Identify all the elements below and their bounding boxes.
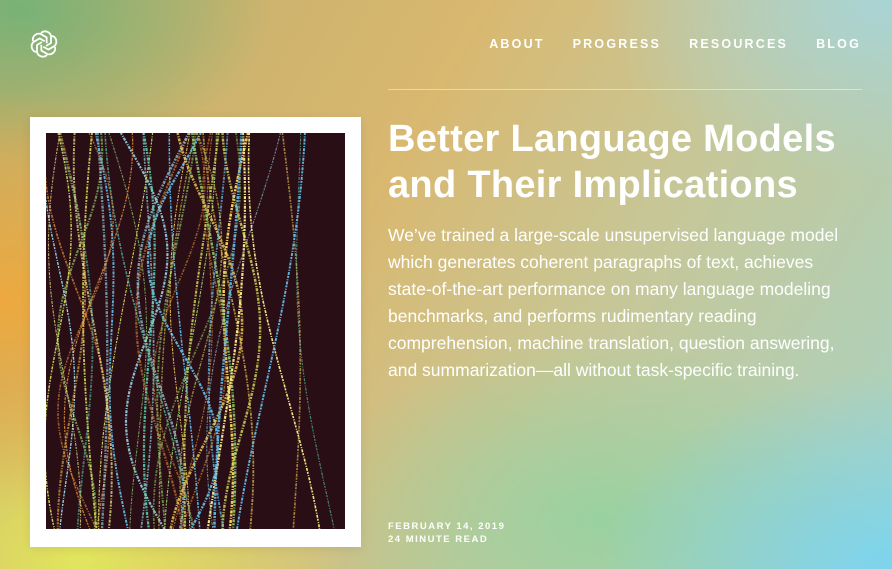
article-title: Better Language Models and Their Implica… (388, 118, 836, 206)
nav-resources-link[interactable]: RESOURCES (689, 36, 788, 52)
openai-logo-icon[interactable] (30, 30, 58, 58)
read-time: 24 MINUTE READ (388, 534, 489, 545)
nav-about-link[interactable]: ABOUT (489, 36, 544, 52)
cover-art-image (46, 133, 345, 529)
nav-blog-link[interactable]: BLOG (816, 36, 861, 52)
article-meta: FEBRUARY 14, 2019 24 MINUTE READ (388, 520, 505, 546)
cover-art-card (30, 117, 361, 547)
article-summary: We’ve trained a large-scale unsupervised… (388, 225, 839, 380)
publish-date: FEBRUARY 14, 2019 (388, 521, 506, 532)
main-nav: ABOUT PROGRESS RESOURCES BLOG (489, 36, 861, 52)
nav-progress-link[interactable]: PROGRESS (573, 36, 661, 52)
header-divider (388, 89, 862, 90)
